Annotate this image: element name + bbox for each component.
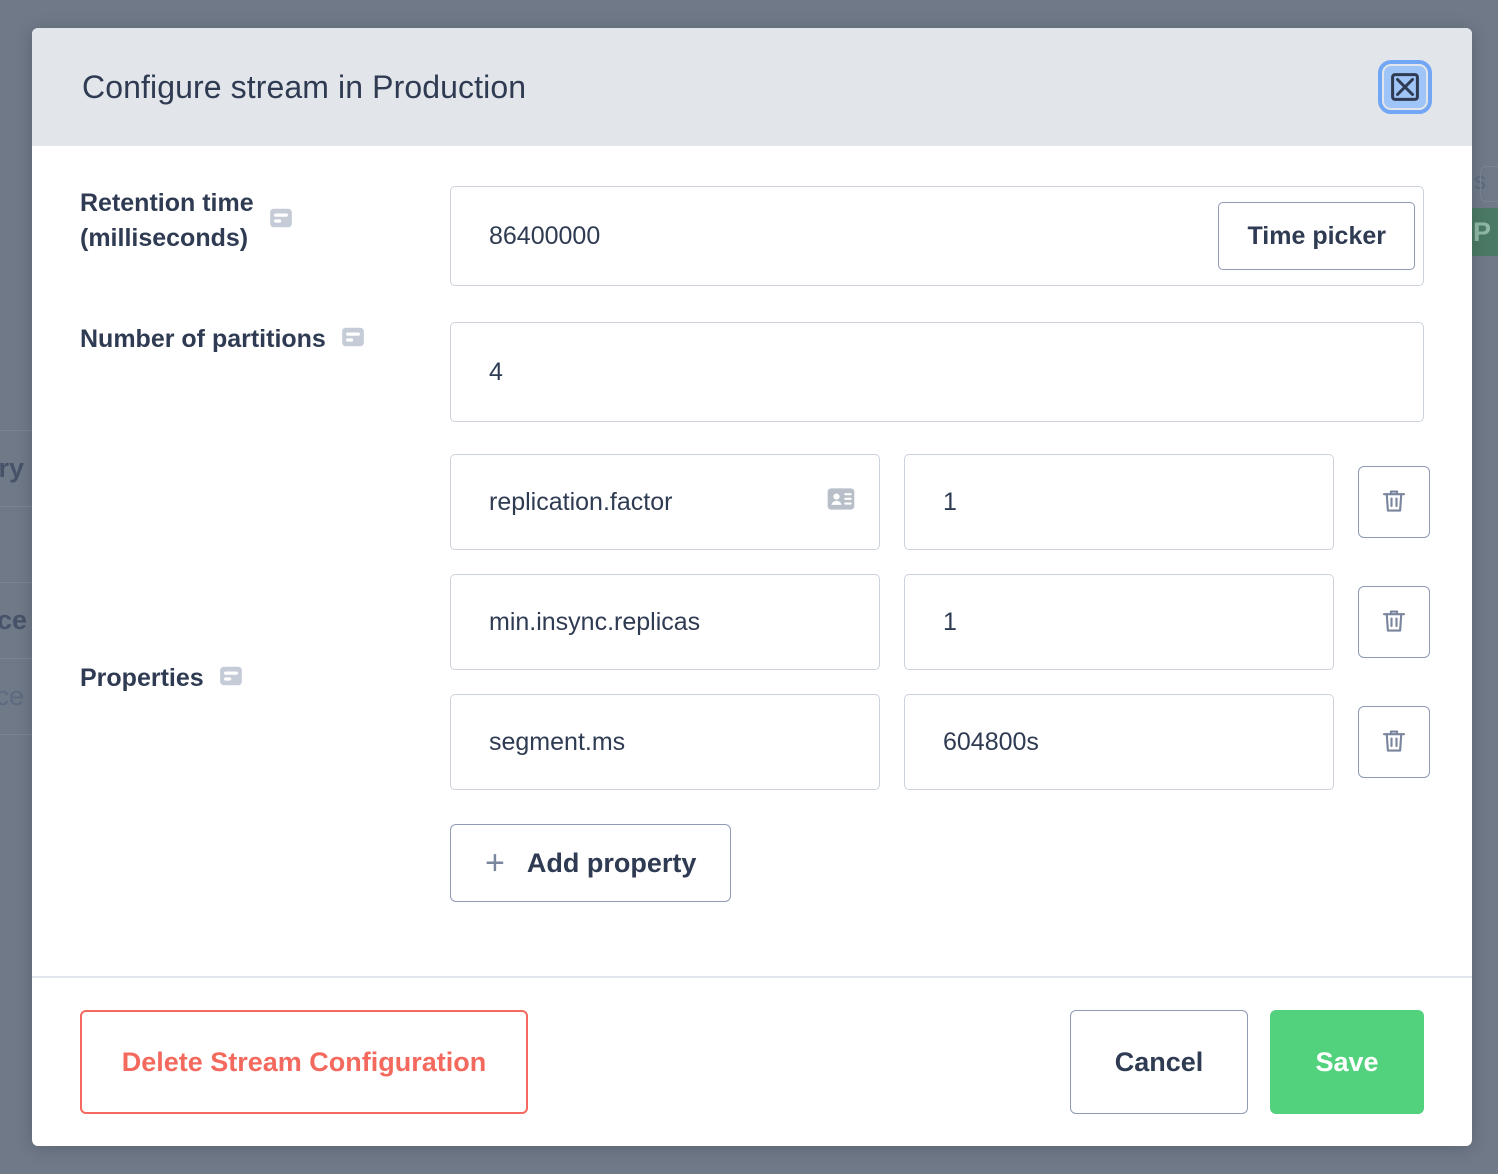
partitions-input[interactable]: 4 [450,322,1424,422]
form-field-icon [218,663,244,694]
close-button[interactable] [1378,60,1432,114]
dialog-header: Configure stream in Production [32,28,1472,146]
id-card-icon [825,483,857,522]
property-value-input[interactable]: 1 [904,454,1334,550]
properties-field-row: Properties replication.factor 1 min.insy… [80,454,1430,902]
property-value-text: 1 [943,487,957,516]
background-cell-text: ory [0,453,25,483]
time-picker-button[interactable]: Time picker [1218,202,1415,270]
property-value-text: 1 [943,607,957,636]
delete-property-button[interactable] [1358,706,1430,778]
delete-property-button[interactable] [1358,586,1430,658]
add-property-button[interactable]: + Add property [450,824,732,902]
property-value-text: 604800s [943,727,1039,756]
property-key-input[interactable]: segment.ms [450,694,880,790]
retention-time-label-line2: (milliseconds) [80,223,249,252]
save-button[interactable]: Save [1270,1010,1424,1114]
page-title: Configure stream in Production [82,68,527,105]
configure-stream-dialog: Configure stream in Production Retention… [32,28,1472,1146]
property-row: replication.factor 1 [450,454,1430,550]
add-property-label: Add property [526,847,697,878]
property-value-input[interactable]: 604800s [904,694,1334,790]
property-key-value: segment.ms [489,727,626,756]
trash-icon [1379,486,1409,519]
dialog-footer: Delete Stream Configuration Cancel Save [32,976,1472,1146]
retention-time-label: Retention time (milliseconds) [80,186,254,255]
dialog-body: Retention time (milliseconds) 86400000 T… [32,146,1472,976]
background-cell-text: cce [0,605,28,635]
property-row: segment.ms 604800s [450,694,1430,790]
partitions-value: 4 [489,357,503,386]
properties-list: replication.factor 1 min.insync.replicas… [450,454,1430,902]
property-key-value: replication.factor [489,487,673,516]
retention-time-input[interactable]: 86400000 Time picker [450,186,1424,286]
properties-label: Properties [80,663,204,692]
trash-icon [1379,606,1409,639]
partitions-label-cell: Number of partitions [80,322,450,357]
delete-stream-configuration-button[interactable]: Delete Stream Configuration [80,1010,528,1114]
plus-icon: + [485,844,505,882]
form-field-icon [268,205,294,236]
footer-actions: Cancel Save [1070,1010,1424,1114]
property-key-input[interactable]: replication.factor [450,454,880,550]
trash-icon [1379,726,1409,759]
retention-time-label-line1: Retention time [80,189,254,217]
background-cell-text: cce [0,681,25,711]
property-key-value: min.insync.replicas [489,607,701,636]
properties-label-cell: Properties [80,454,450,902]
partitions-field-row: Number of partitions 4 [80,322,1424,422]
form-field-icon [340,324,366,355]
partitions-label: Number of partitions [80,325,326,353]
retention-time-value: 86400000 [489,221,601,250]
property-value-input[interactable]: 1 [904,574,1334,670]
close-icon [1391,73,1419,101]
cancel-button[interactable]: Cancel [1070,1010,1248,1114]
delete-property-button[interactable] [1358,466,1430,538]
property-key-input[interactable]: min.insync.replicas [450,574,880,670]
property-row: min.insync.replicas 1 [450,574,1430,670]
retention-time-label-cell: Retention time (milliseconds) [80,186,450,255]
background-chip [1480,166,1498,202]
retention-time-field-row: Retention time (milliseconds) 86400000 T… [80,186,1424,286]
